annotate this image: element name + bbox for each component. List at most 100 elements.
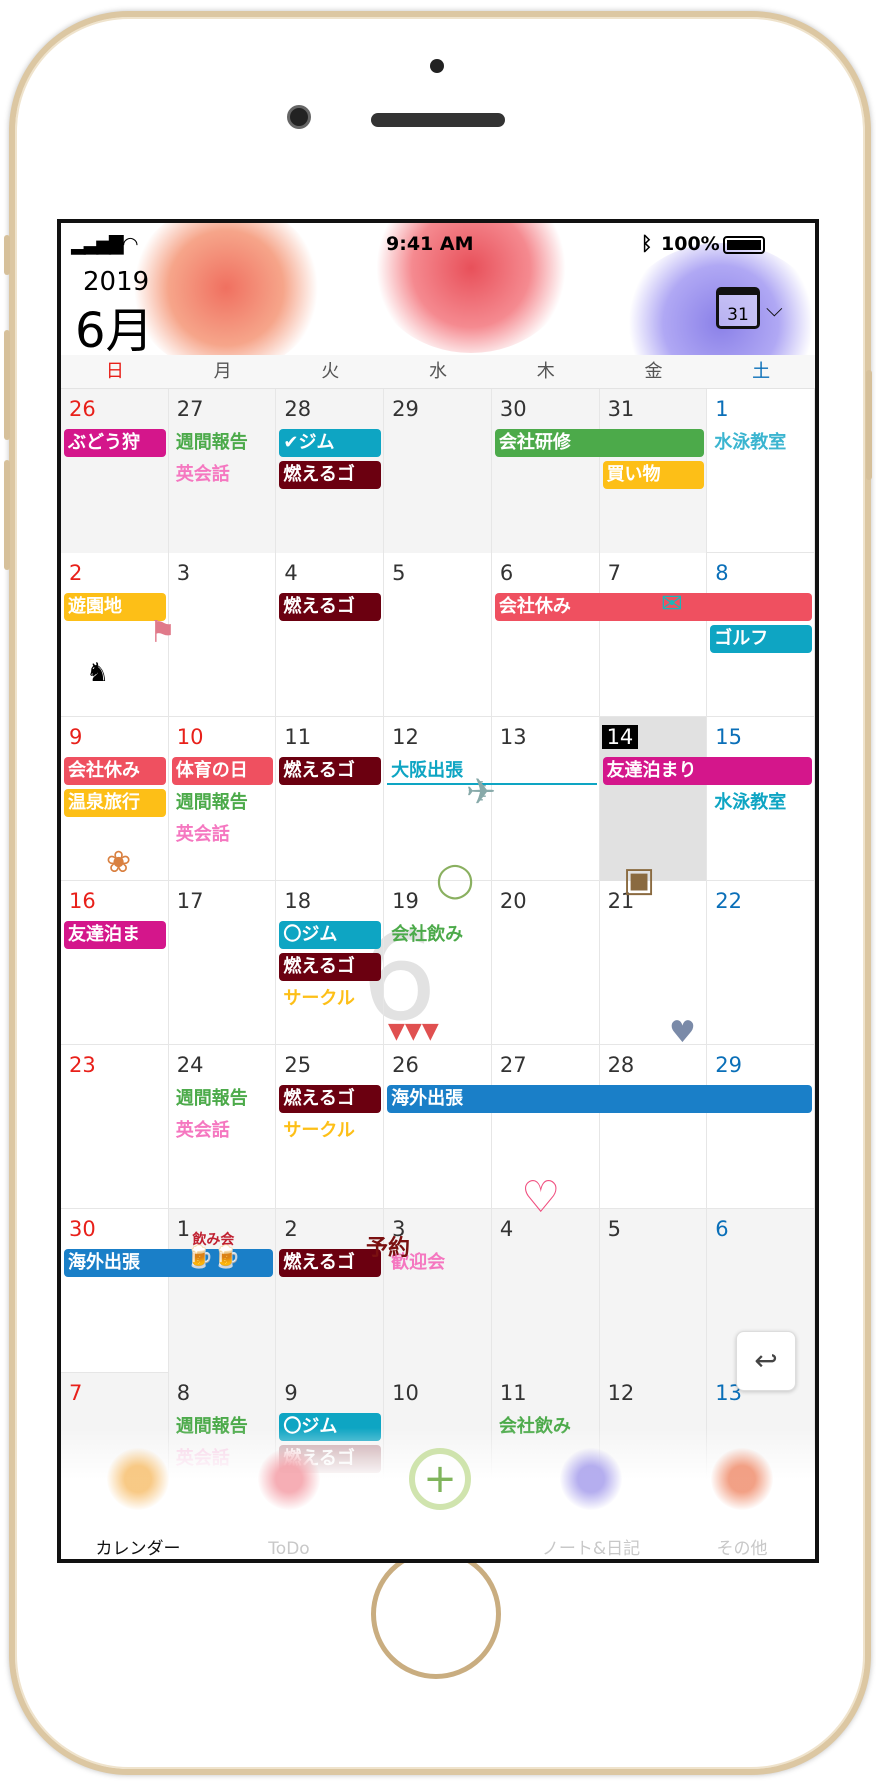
day-cell[interactable]: 29 bbox=[707, 1045, 815, 1209]
day-cell[interactable]: 29 bbox=[384, 389, 492, 553]
day-cell[interactable]: 28 bbox=[600, 1045, 708, 1209]
day-cell[interactable]: 3 bbox=[169, 553, 277, 717]
day-cell[interactable]: 4 bbox=[276, 553, 385, 717]
drinking-party-sticker-icon: 飲み会 🍺🍺 bbox=[186, 1232, 241, 1270]
day-cell[interactable]: 30 bbox=[61, 1209, 169, 1373]
event-text[interactable]: サークル bbox=[279, 985, 381, 1013]
day-cell[interactable]: 11 bbox=[276, 717, 385, 881]
tab-1[interactable]: ToDo bbox=[214, 1428, 364, 1559]
event-text[interactable]: 会社飲み bbox=[387, 921, 489, 949]
tab-4[interactable]: その他 bbox=[667, 1428, 815, 1559]
day-number: 27 bbox=[499, 1053, 527, 1077]
event-text[interactable]: 英会話 bbox=[172, 461, 274, 489]
day-number: 2 bbox=[69, 561, 83, 585]
day-cell[interactable]: 6 bbox=[492, 553, 600, 717]
day-number: 6 bbox=[499, 561, 514, 585]
event-text[interactable]: 英会話 bbox=[172, 1117, 274, 1145]
event-text[interactable]: 週間報告 bbox=[172, 789, 274, 817]
event-bar[interactable]: ✔ジム bbox=[279, 429, 382, 457]
chevron-down-icon[interactable]: ⌵ bbox=[766, 297, 783, 322]
event-bar[interactable]: 友達泊ま bbox=[64, 921, 166, 949]
status-time: 9:41 AM bbox=[386, 233, 474, 255]
day-number: 5 bbox=[607, 1217, 621, 1241]
day-cell[interactable]: 30 bbox=[491, 389, 600, 553]
home-button[interactable] bbox=[371, 1549, 501, 1679]
tab-bar: カレンダー ToDo + ノート&日記 その他 bbox=[61, 1428, 815, 1559]
event-bar[interactable]: ゴルフ bbox=[710, 625, 812, 653]
undo-button[interactable]: ↩ bbox=[736, 1331, 796, 1391]
calendar-sticker-icon: ▣ bbox=[623, 860, 656, 900]
day-cell[interactable]: 17 bbox=[169, 881, 277, 1045]
day-cell[interactable]: 26 bbox=[384, 1045, 492, 1209]
event-bar[interactable]: 海外出張 bbox=[387, 1085, 812, 1113]
flower-tab-icon bbox=[560, 1448, 622, 1510]
tab-3[interactable]: ノート&日記 bbox=[516, 1428, 666, 1559]
event-bar[interactable]: 友達泊まり bbox=[602, 757, 812, 785]
dog-sticker-icon: ❀ bbox=[106, 845, 132, 880]
event-bar[interactable]: 燃えるゴ bbox=[279, 757, 382, 785]
tab-0[interactable]: カレンダー bbox=[63, 1428, 213, 1559]
day-cell[interactable]: 16 bbox=[61, 881, 169, 1045]
event-bar[interactable]: 会社休み bbox=[64, 757, 166, 785]
day-cell[interactable]: 23 bbox=[61, 1045, 169, 1209]
event-bar[interactable]: ぶどう狩 bbox=[64, 429, 166, 457]
event-bar[interactable]: 会社研修 bbox=[494, 429, 705, 457]
event-bar[interactable]: 燃えるゴ bbox=[279, 1085, 382, 1113]
power-button bbox=[866, 370, 872, 480]
tab-label: ToDo bbox=[268, 1539, 310, 1559]
event-bar[interactable]: 燃えるゴ bbox=[279, 953, 382, 981]
event-bar[interactable]: 会社休み bbox=[494, 593, 812, 621]
flower-decoration bbox=[131, 223, 321, 355]
day-number: 12 bbox=[392, 725, 419, 749]
add-button[interactable]: + bbox=[365, 1428, 515, 1559]
day-cell[interactable]: 4 bbox=[491, 1209, 600, 1373]
day-cell[interactable]: 7 bbox=[600, 553, 708, 717]
flag-sticker-icon: ⚑ bbox=[149, 615, 176, 650]
weekday-label: 木 bbox=[536, 361, 555, 382]
earpiece-speaker bbox=[371, 113, 505, 127]
event-bar[interactable]: 体育の日 bbox=[171, 757, 274, 785]
day-cell[interactable]: 26 bbox=[61, 389, 169, 553]
week-row: 23 24 25 26 27 28 29 週間報告 英会話 燃えるゴ サークル 海外出張 bbox=[61, 1045, 815, 1209]
weekday-label: 土 bbox=[752, 361, 771, 382]
event-text[interactable]: 水泳教室 bbox=[710, 429, 812, 457]
day-cell[interactable]: 3 bbox=[384, 1209, 492, 1373]
day-number: 8 bbox=[715, 561, 729, 585]
weekday-label: 金 bbox=[644, 361, 663, 382]
event-bar[interactable]: 燃えるゴ bbox=[279, 461, 382, 489]
event-text[interactable]: 週間報告 bbox=[172, 429, 274, 457]
cats-sticker-icon: ♥ bbox=[669, 1015, 696, 1050]
day-cell[interactable]: 14 bbox=[599, 717, 708, 881]
event-bar[interactable]: 温泉旅行 bbox=[64, 789, 166, 817]
event-bar[interactable]: 燃えるゴ bbox=[279, 593, 382, 621]
day-number: 23 bbox=[69, 1053, 96, 1077]
day-number: 26 bbox=[392, 1053, 419, 1077]
day-cell[interactable]: 2 bbox=[276, 1209, 385, 1373]
month-label[interactable]: 6月 bbox=[75, 291, 154, 355]
event-bar[interactable]: 海外出張 bbox=[64, 1249, 274, 1277]
volume-up-button bbox=[4, 330, 10, 440]
event-text[interactable]: 英会話 bbox=[172, 821, 274, 849]
day-cell[interactable]: 20 bbox=[492, 881, 600, 1045]
event-bar[interactable]: 買い物 bbox=[602, 461, 705, 489]
day-cell[interactable]: 5 bbox=[599, 1209, 708, 1373]
event-text[interactable]: 水泳教室 bbox=[710, 789, 812, 817]
airplane-sticker-icon: ✈ bbox=[466, 772, 497, 813]
day-number: 1 bbox=[715, 397, 729, 421]
heart-sticker-icon: ♡ bbox=[521, 1172, 561, 1223]
event-text[interactable]: 週間報告 bbox=[172, 1085, 274, 1113]
day-number: 4 bbox=[499, 1217, 514, 1241]
day-number: 25 bbox=[284, 1053, 312, 1077]
day-number: 13 bbox=[499, 725, 527, 749]
day-cell[interactable]: 5 bbox=[384, 553, 492, 717]
day-cell[interactable]: 13 bbox=[492, 717, 600, 881]
day-cell[interactable]: 1 bbox=[707, 389, 815, 553]
event-bar[interactable]: 〇ジム bbox=[279, 921, 382, 949]
day-number: 4 bbox=[284, 561, 298, 585]
day-cell[interactable]: 22 bbox=[707, 881, 815, 1045]
calendar-icon[interactable]: 31 bbox=[716, 287, 760, 329]
event-text[interactable]: サークル bbox=[279, 1117, 381, 1145]
day-number: 10 bbox=[176, 725, 204, 749]
mute-switch bbox=[4, 235, 10, 275]
day-number: 2 bbox=[284, 1217, 298, 1241]
